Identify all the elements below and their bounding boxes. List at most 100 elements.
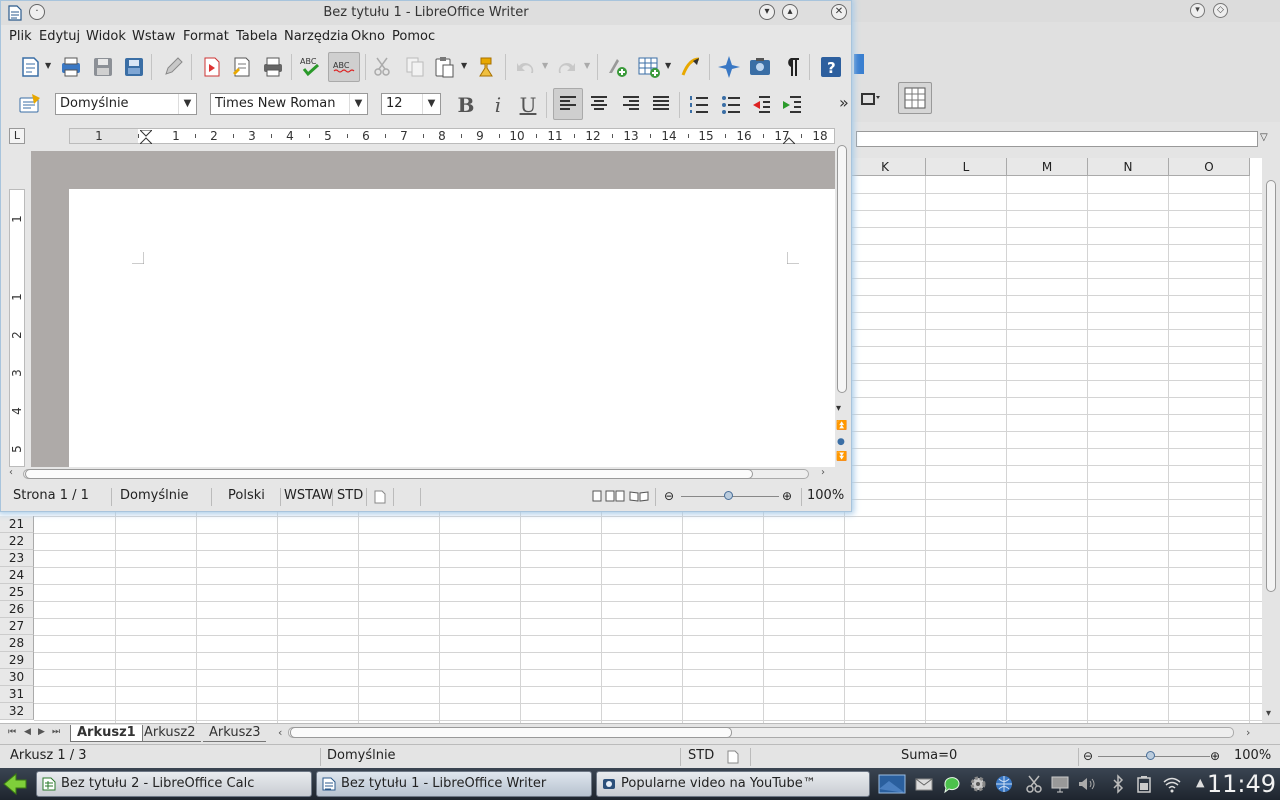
task-browser[interactable]: Popularne video na YouTube™ (596, 771, 870, 797)
writer-vertical-scrollbar[interactable]: ▾ ⏫ ● ⏬ (835, 139, 850, 467)
bullets-icon[interactable] (719, 92, 743, 116)
calc-minimize-button[interactable]: ▾ (1190, 3, 1205, 18)
menu-pomoc[interactable]: Pomoc (392, 29, 435, 44)
scroll-down-icon[interactable]: ▾ (1266, 708, 1271, 719)
print-preview-icon[interactable] (261, 55, 285, 79)
chevron-down-icon[interactable]: ▼ (422, 94, 440, 114)
chat-icon[interactable] (942, 774, 962, 794)
battery-icon[interactable] (1134, 774, 1154, 794)
column-header-m[interactable]: M (1007, 158, 1088, 176)
column-header-l[interactable]: L (926, 158, 1007, 176)
menu-widok[interactable]: Widok (86, 29, 126, 44)
row-header[interactable]: 27 (0, 618, 34, 635)
insert-mode[interactable]: WSTAW (284, 485, 333, 507)
row-header[interactable]: 30 (0, 669, 34, 686)
redo-dropdown-icon[interactable]: ▼ (584, 61, 590, 70)
row-header[interactable]: 21 (0, 516, 34, 533)
tab-type-selector[interactable]: L (9, 128, 25, 144)
desktop-pager-icon[interactable] (878, 773, 906, 795)
borders-icon[interactable] (858, 88, 882, 112)
column-header-n[interactable]: N (1088, 158, 1169, 176)
increase-indent-icon[interactable] (780, 92, 804, 116)
font-name-combo[interactable]: Times New Roman ▼ (210, 93, 368, 115)
volume-icon[interactable] (1076, 774, 1096, 794)
align-left-button[interactable] (553, 88, 583, 120)
autospellcheck-button[interactable]: ABC (328, 52, 360, 82)
zoom-slider-handle[interactable] (1146, 751, 1155, 760)
zoom-out-icon[interactable]: ⊖ (664, 485, 674, 507)
styles-formatting-icon[interactable] (18, 92, 42, 116)
row-header[interactable]: 32 (0, 703, 34, 720)
previous-page-icon[interactable]: ⏫ (836, 421, 847, 431)
zoom-level[interactable]: 100% (807, 485, 844, 507)
chevron-down-icon[interactable]: ▼ (178, 94, 196, 114)
close-button[interactable]: ✕ (831, 4, 847, 20)
sheet-tab-arkusz3[interactable]: Arkusz3 (203, 725, 267, 742)
row-header[interactable]: 25 (0, 584, 34, 601)
page-style[interactable]: Domyślnie (327, 745, 396, 767)
single-page-view-icon[interactable] (591, 490, 603, 502)
multi-page-view-icon[interactable] (605, 490, 625, 502)
formula-expand-icon[interactable]: ▽ (1260, 132, 1268, 143)
menu-okno[interactable]: Okno (351, 29, 385, 44)
bluetooth-icon[interactable] (1108, 774, 1128, 794)
zoom-in-icon[interactable]: ⊕ (1210, 745, 1220, 767)
menu-format[interactable]: Format (183, 29, 229, 44)
paste-dropdown-icon[interactable]: ▼ (461, 61, 467, 70)
sheet-tab-arkusz2[interactable]: Arkusz2 (138, 725, 202, 742)
document-page[interactable] (69, 189, 835, 467)
wifi-icon[interactable] (1162, 774, 1182, 794)
edit-mode-icon[interactable] (161, 55, 185, 79)
navigation-icon[interactable]: ● (837, 437, 845, 447)
mail-icon[interactable] (914, 774, 934, 794)
page-style[interactable]: Domyślnie (120, 485, 189, 507)
formula-input[interactable] (856, 131, 1258, 147)
selection-mode[interactable]: STD (337, 485, 363, 507)
zoom-slider-handle[interactable] (724, 491, 733, 500)
spelling-icon[interactable]: ABC (299, 55, 323, 79)
numbering-icon[interactable] (687, 92, 711, 116)
scroll-down-icon[interactable]: ▾ (836, 403, 841, 414)
help-icon[interactable] (852, 52, 876, 76)
prev-sheet-icon[interactable]: ◀ (24, 727, 31, 737)
print-icon[interactable] (59, 55, 83, 79)
scroll-right-icon[interactable]: › (1246, 726, 1250, 739)
zoom-out-icon[interactable]: ⊖ (1083, 745, 1093, 767)
right-indent-icon[interactable] (783, 130, 795, 144)
language[interactable]: Polski (228, 485, 265, 507)
first-sheet-icon[interactable]: ⏮ (8, 727, 16, 737)
print-direct-icon[interactable] (230, 55, 254, 79)
next-page-icon[interactable]: ⏬ (836, 452, 847, 462)
document-area[interactable] (31, 151, 835, 467)
new-document-icon[interactable] (19, 55, 43, 79)
task-calc[interactable]: Bez tytułu 2 - LibreOffice Calc (36, 771, 312, 797)
row-header[interactable]: 28 (0, 635, 34, 652)
minimize-button[interactable]: ▾ (759, 4, 775, 20)
book-view-icon[interactable] (629, 490, 649, 502)
task-writer[interactable]: Bez tytułu 1 - LibreOffice Writer (316, 771, 592, 797)
zoom-level[interactable]: 100% (1234, 745, 1271, 767)
menu-edytuj[interactable]: Edytuj (39, 29, 80, 44)
help-icon[interactable]: ? (819, 55, 843, 79)
vertical-ruler[interactable]: 1 1 2 3 4 5 (9, 189, 25, 467)
align-center-icon[interactable] (587, 92, 611, 116)
selection-mode[interactable]: STD (688, 745, 714, 767)
row-header[interactable]: 31 (0, 686, 34, 703)
zoom-in-icon[interactable]: ⊕ (782, 485, 792, 507)
paragraph-style-combo[interactable]: Domyślnie ▼ (55, 93, 197, 115)
bold-icon[interactable]: B (453, 93, 479, 117)
sheet-tab-arkusz1[interactable]: Arkusz1 (70, 725, 143, 742)
writer-vscroll-thumb[interactable] (837, 145, 847, 393)
calc-vscroll-thumb[interactable] (1266, 180, 1276, 592)
align-right-icon[interactable] (619, 92, 643, 116)
display-icon[interactable] (1050, 774, 1070, 794)
navigator-icon[interactable] (717, 55, 741, 79)
writer-horizontal-scrollbar[interactable]: ‹ › (9, 467, 835, 481)
font-size-combo[interactable]: 12 ▼ (381, 93, 441, 115)
next-sheet-icon[interactable]: ▶ (38, 727, 45, 737)
row-header[interactable]: 22 (0, 533, 34, 550)
undo-dropdown-icon[interactable]: ▼ (542, 61, 548, 70)
settings-icon[interactable] (968, 774, 988, 794)
network-globe-icon[interactable] (994, 774, 1014, 794)
calc-vertical-scrollbar[interactable]: ▾ (1262, 160, 1280, 724)
